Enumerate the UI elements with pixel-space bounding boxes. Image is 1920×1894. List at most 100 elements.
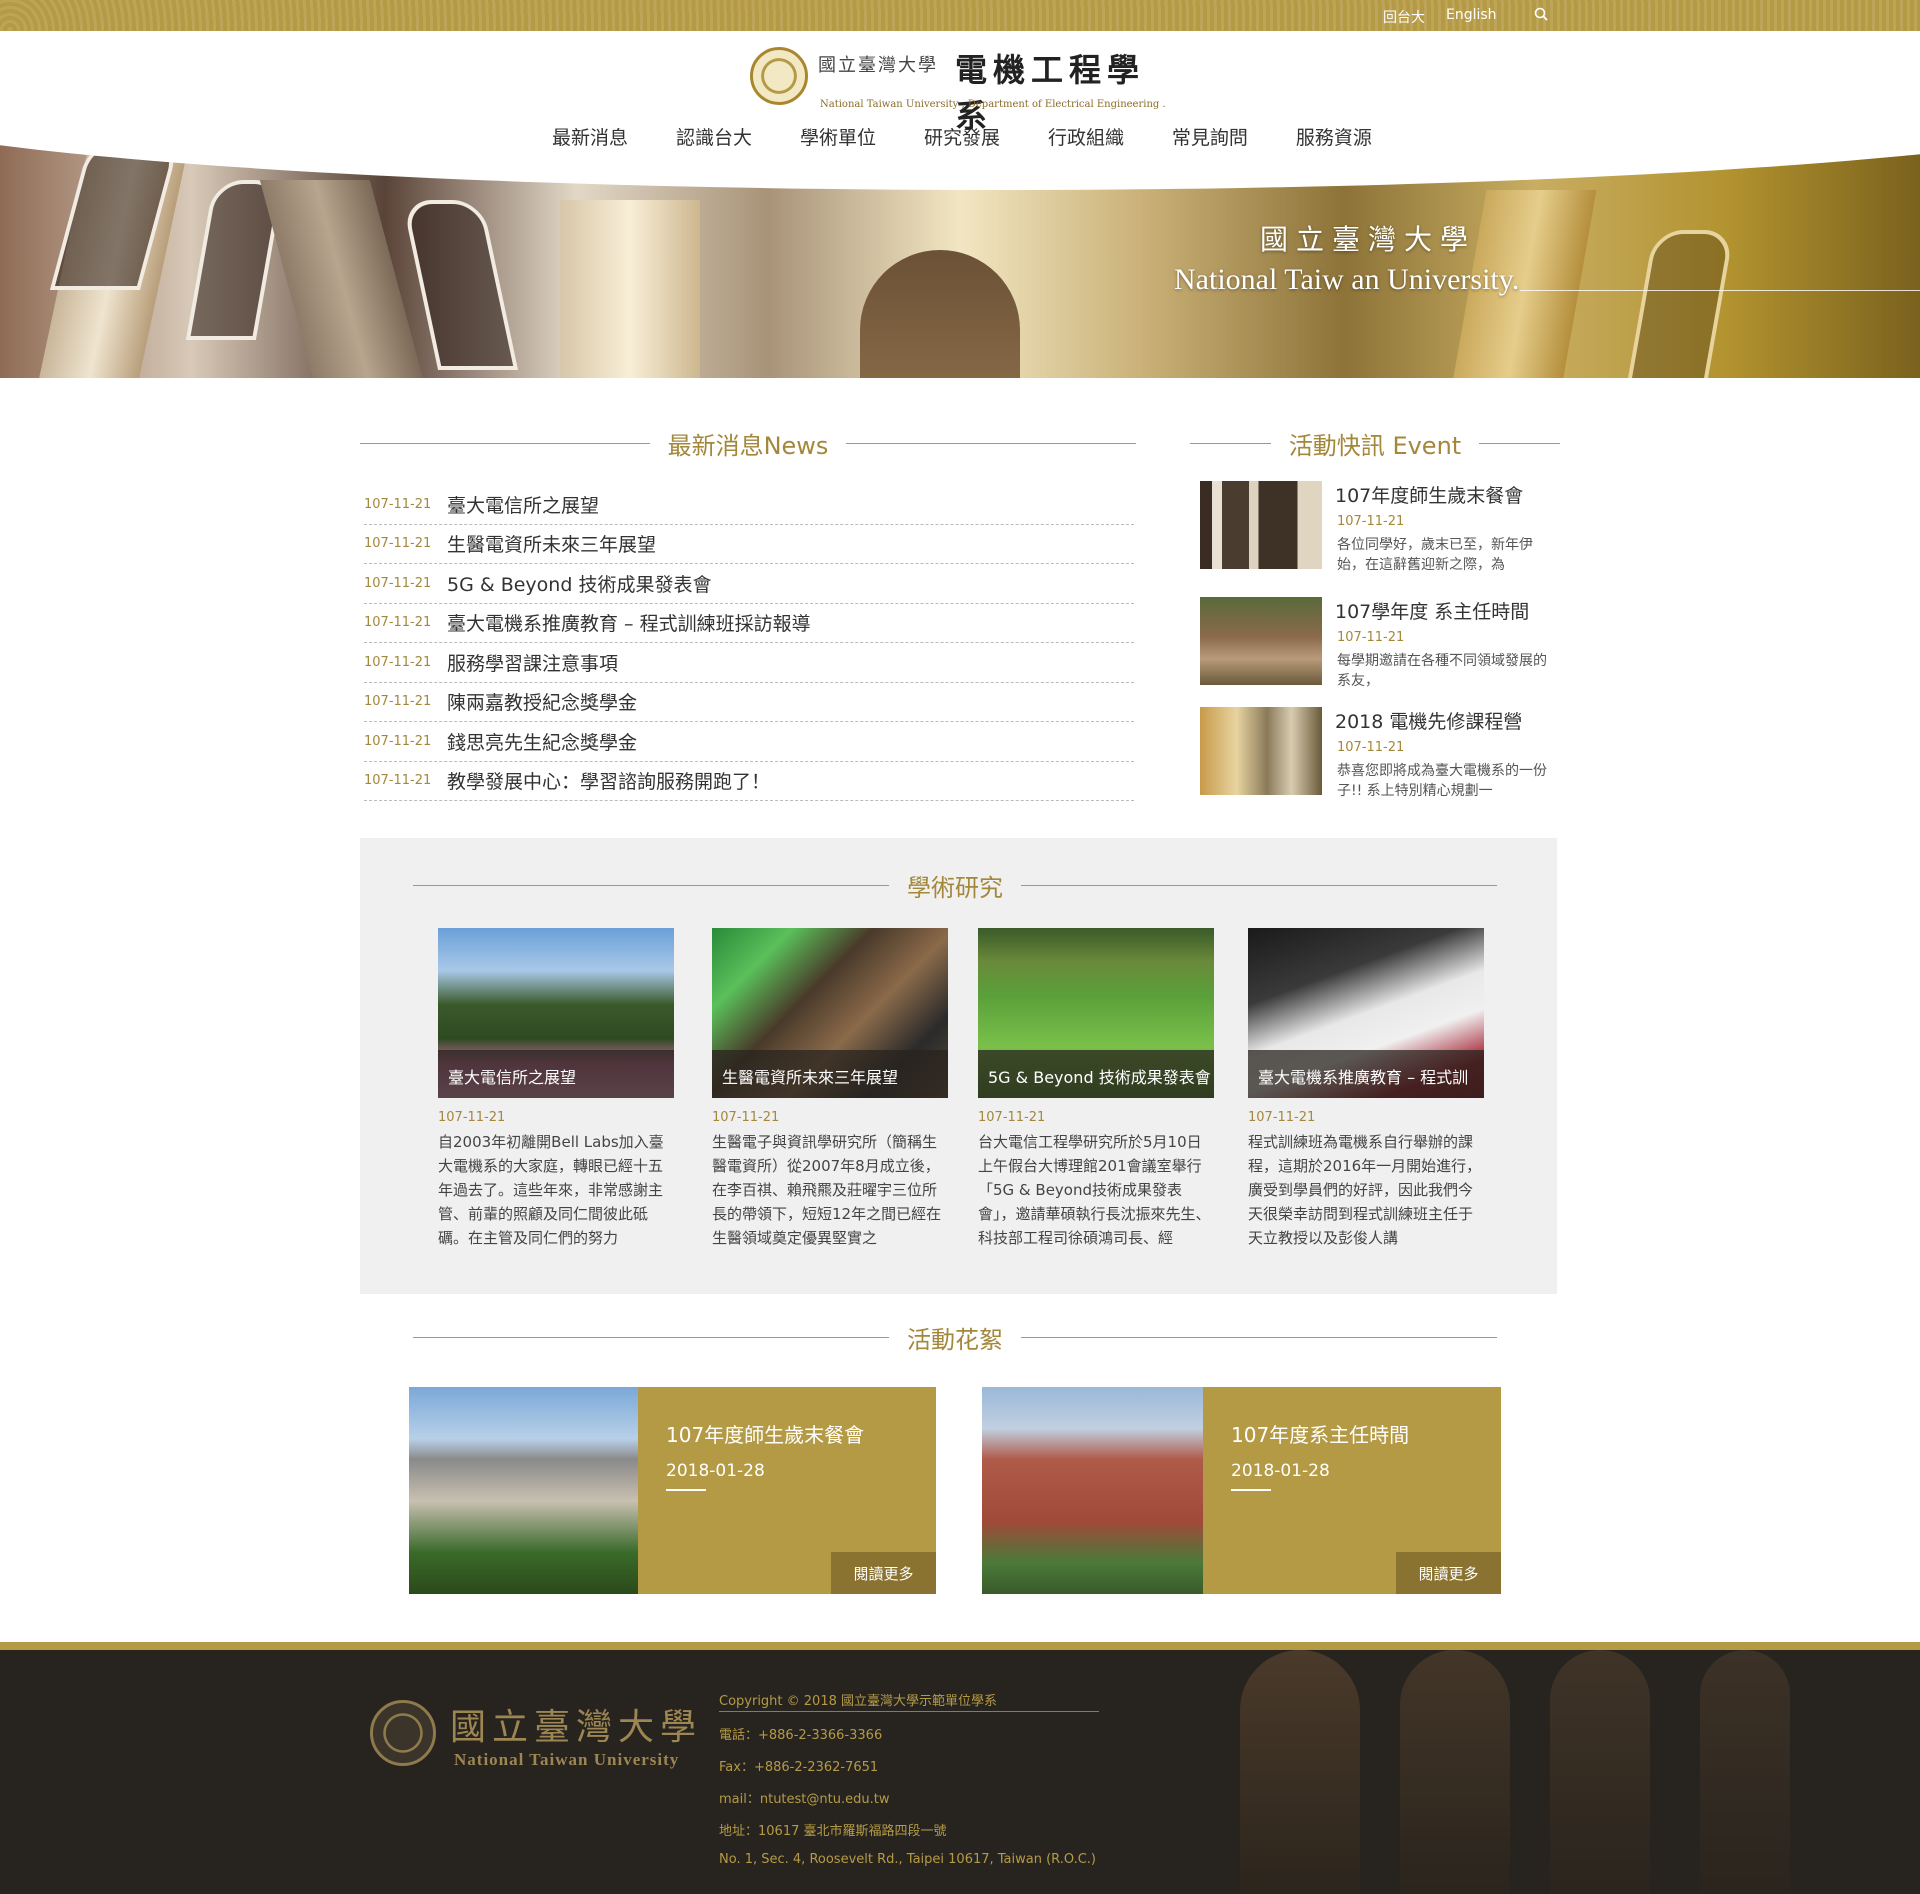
hero-title-cn: 國立臺灣大學 (1260, 223, 1477, 256)
hero-arch (860, 250, 1020, 378)
nav-item-resources[interactable]: 服務資源 (1286, 119, 1382, 149)
research-caption[interactable]: 5G & Beyond 技術成果發表會 (978, 1050, 1214, 1098)
event-excerpt: 恭喜您即將成為臺大電機系的一份子!! 系上特別精心規劃一 (1337, 763, 1547, 799)
footer-arch (1700, 1650, 1790, 1894)
news-date: 107-11-21 (364, 536, 432, 552)
list-item[interactable]: 107-11-21 服務學習課注意事項 (364, 643, 1134, 683)
gallery-card[interactable]: 107年度系主任時間 2018-01-28 閱讀更多 (982, 1387, 1501, 1594)
site-logo[interactable]: 國立臺灣大學 電機工程學系 National Taiwan University… (750, 45, 1170, 135)
search-icon[interactable] (1534, 7, 1548, 21)
gallery-date: 2018-01-28 (666, 1461, 765, 1481)
research-section: 學術研究 臺大電信所之展望 107-11-21 自2003年初離開Bell La… (360, 838, 1557, 1294)
hero-window (1625, 230, 1735, 378)
footer-fax: Fax：+886-2-2362-7651 (719, 1760, 879, 1775)
research-caption[interactable]: 臺大電機系推廣教育 – 程式訓 (1248, 1050, 1484, 1098)
main-nav: 最新消息 認識台大 學術單位 研究發展 行政組織 常見詢問 服務資源 (542, 119, 1382, 149)
back-to-ntu-link[interactable]: 回台大 (1383, 7, 1425, 27)
news-date: 107-11-21 (364, 773, 432, 789)
event-thumbnail[interactable] (1200, 481, 1322, 569)
research-caption[interactable]: 臺大電信所之展望 (438, 1050, 674, 1098)
footer-phone: 電話：+886-2-3366-3366 (719, 1728, 883, 1743)
event-date: 107-11-21 (1337, 630, 1405, 645)
news-date: 107-11-21 (364, 496, 432, 512)
list-item[interactable]: 107-11-21 臺大電機系推廣教育 – 程式訓練班採訪報導 (364, 604, 1134, 643)
event-title[interactable]: 107年度師生歲末餐會 (1335, 481, 1523, 508)
list-item[interactable]: 107-11-21 生醫電資所未來三年展望 (364, 525, 1134, 564)
nav-item-faq[interactable]: 常見詢問 (1162, 119, 1258, 149)
footer-divider (719, 1711, 1099, 1712)
news-title[interactable]: 服務學習課注意事項 (447, 649, 618, 676)
gallery-image[interactable] (982, 1387, 1203, 1594)
news-title[interactable]: 臺大電機系推廣教育 – 程式訓練班採訪報導 (447, 609, 811, 636)
english-link[interactable]: English (1446, 7, 1497, 23)
gallery-card[interactable]: 107年度師生歲末餐會 2018-01-28 閱讀更多 (409, 1387, 936, 1594)
list-item[interactable]: 107-11-21 教學發展中心：學習諮詢服務開跑了！ (364, 762, 1134, 801)
gallery-divider (1231, 1489, 1271, 1491)
news-title[interactable]: 陳兩嘉教授紀念獎學金 (447, 688, 637, 715)
research-card[interactable]: 臺大電機系推廣教育 – 程式訓 107-11-21 程式訓練班為電機系自行舉辦的… (1248, 928, 1484, 1250)
news-title[interactable]: 教學發展中心：學習諮詢服務開跑了！ (447, 767, 770, 794)
research-caption[interactable]: 生醫電資所未來三年展望 (712, 1050, 948, 1098)
research-heading: 學術研究 (907, 874, 1003, 902)
list-item[interactable]: 107-11-21 臺大電信所之展望 (364, 485, 1134, 525)
research-card[interactable]: 生醫電資所未來三年展望 107-11-21 生醫電子與資訊學研究所（簡稱生醫電資… (712, 928, 948, 1250)
footer-copyright: Copyright © 2018 國立臺灣大學示範單位學系 (719, 1694, 998, 1709)
research-card[interactable]: 臺大電信所之展望 107-11-21 自2003年初離開Bell Labs加入臺… (438, 928, 674, 1250)
event-excerpt: 每學期邀請在各種不同領域發展的系友， (1337, 653, 1547, 689)
header: 國立臺灣大學 電機工程學系 National Taiwan University… (0, 31, 1920, 191)
list-item[interactable]: 107-11-21 5G & Beyond 技術成果發表會 (364, 564, 1134, 604)
research-excerpt: 台大電信工程學研究所於5月10日上午假台大博理館201會議室舉行「5G & Be… (978, 1133, 1211, 1247)
research-image[interactable]: 5G & Beyond 技術成果發表會 (978, 928, 1214, 1098)
event-date: 107-11-21 (1337, 740, 1405, 755)
footer-school-cn: 國立臺灣大學 (450, 1707, 703, 1748)
event-thumbnail[interactable] (1200, 707, 1322, 795)
news-section-title: 最新消息News (360, 426, 1137, 461)
gallery-divider (666, 1489, 706, 1491)
footer-mail[interactable]: mail：ntutest@ntu.edu.tw (719, 1788, 889, 1807)
research-card[interactable]: 5G & Beyond 技術成果發表會 107-11-21 台大電信工程學研究所… (978, 928, 1214, 1250)
hero-pillar (560, 200, 700, 378)
gallery-heading: 活動花絮 (907, 1326, 1003, 1354)
research-image[interactable]: 臺大電機系推廣教育 – 程式訓 (1248, 928, 1484, 1098)
nav-item-administration[interactable]: 行政組織 (1038, 119, 1134, 149)
events-section-title: 活動快訊 Event (1190, 426, 1561, 461)
news-title[interactable]: 臺大電信所之展望 (447, 491, 599, 518)
news-date: 107-11-21 (364, 733, 432, 749)
news-date: 107-11-21 (364, 694, 432, 710)
footer-address-en: No. 1, Sec. 4, Roosevelt Rd., Taipei 106… (719, 1852, 1096, 1867)
news-heading: 最新消息News (667, 432, 829, 460)
list-item[interactable]: 107-11-21 陳兩嘉教授紀念獎學金 (364, 683, 1134, 722)
gallery-image[interactable] (409, 1387, 638, 1594)
nav-item-news[interactable]: 最新消息 (542, 119, 638, 149)
news-title[interactable]: 5G & Beyond 技術成果發表會 (447, 570, 711, 597)
event-thumbnail[interactable] (1200, 597, 1322, 685)
news-title[interactable]: 錢思亮先生紀念獎學金 (447, 728, 637, 755)
list-item[interactable]: 107-11-21 錢思亮先生紀念獎學金 (364, 722, 1134, 762)
research-excerpt: 程式訓練班為電機系自行舉辦的課程，這期於2016年一月開始進行，廣受到學員們的好… (1248, 1133, 1482, 1247)
nav-item-academics[interactable]: 學術單位 (790, 119, 886, 149)
event-item[interactable]: 107年度師生歲末餐會 107-11-21 各位同學好，歲末已至，新年伊始，在這… (1200, 481, 1580, 573)
research-date: 107-11-21 (438, 1110, 506, 1125)
event-item[interactable]: 107學年度 系主任時間 107-11-21 每學期邀請在各種不同領域發展的系友… (1200, 597, 1580, 689)
nav-item-about[interactable]: 認識台大 (666, 119, 762, 149)
gallery-title[interactable]: 107年度師生歲末餐會 (666, 1419, 864, 1448)
top-bar: 回台大 English (0, 0, 1920, 31)
nav-item-research[interactable]: 研究發展 (914, 119, 1010, 149)
research-excerpt: 生醫電子與資訊學研究所（簡稱生醫電資所）從2007年8月成立後，在李百祺、賴飛羆… (712, 1133, 942, 1247)
research-excerpt: 自2003年初離開Bell Labs加入臺大電機系的大家庭，轉眼已經十五年過去了… (438, 1133, 664, 1247)
event-date: 107-11-21 (1337, 514, 1405, 529)
research-image[interactable]: 臺大電信所之展望 (438, 928, 674, 1098)
event-item[interactable]: 2018 電機先修課程營 107-11-21 恭喜您即將成為臺大電機系的一份子!… (1200, 707, 1580, 799)
read-more-button[interactable]: 閱讀更多 (1396, 1552, 1501, 1594)
news-title[interactable]: 生醫電資所未來三年展望 (447, 530, 656, 557)
logo-english: National Taiwan University , Department … (820, 99, 1166, 110)
read-more-button[interactable]: 閱讀更多 (831, 1552, 936, 1594)
ntu-seal-icon (750, 47, 808, 105)
research-date: 107-11-21 (978, 1110, 1046, 1125)
gallery-title[interactable]: 107年度系主任時間 (1231, 1419, 1409, 1448)
event-title[interactable]: 107學年度 系主任時間 (1335, 597, 1529, 624)
research-date: 107-11-21 (712, 1110, 780, 1125)
event-title[interactable]: 2018 電機先修課程營 (1335, 707, 1522, 734)
logo-school-name: 國立臺灣大學 (818, 55, 938, 76)
research-image[interactable]: 生醫電資所未來三年展望 (712, 928, 948, 1098)
